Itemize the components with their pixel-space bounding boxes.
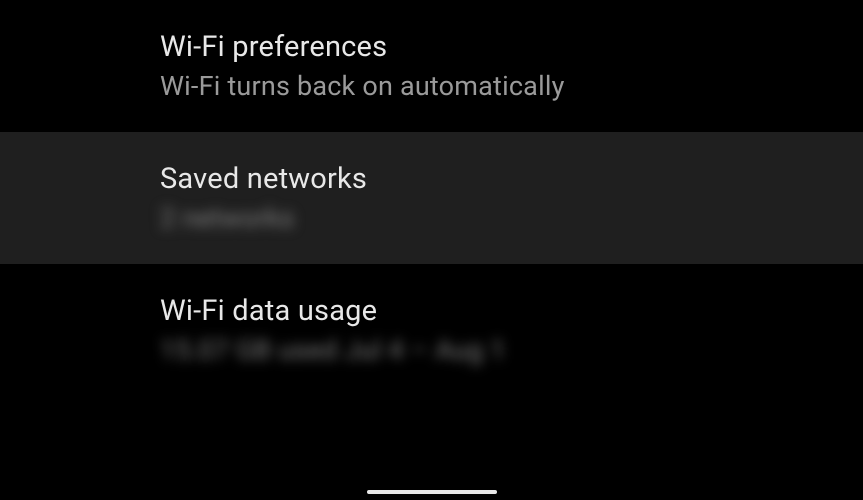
item-title: Wi-Fi preferences (160, 30, 863, 64)
item-title: Saved networks (160, 162, 863, 196)
item-subtitle: Wi-Fi turns back on automatically (160, 70, 863, 102)
settings-item-wifi-preferences[interactable]: Wi-Fi preferences Wi-Fi turns back on au… (0, 0, 863, 132)
item-subtitle: 2 networks (160, 202, 863, 234)
settings-item-saved-networks[interactable]: Saved networks 2 networks (0, 132, 863, 264)
settings-item-wifi-data-usage[interactable]: Wi-Fi data usage 15.07 GB used Jul 4 – A… (0, 264, 863, 396)
item-subtitle: 15.07 GB used Jul 4 – Aug 1 (160, 334, 863, 366)
item-title: Wi-Fi data usage (160, 294, 863, 328)
navigation-handle[interactable] (367, 490, 497, 494)
settings-list: Wi-Fi preferences Wi-Fi turns back on au… (0, 0, 863, 396)
